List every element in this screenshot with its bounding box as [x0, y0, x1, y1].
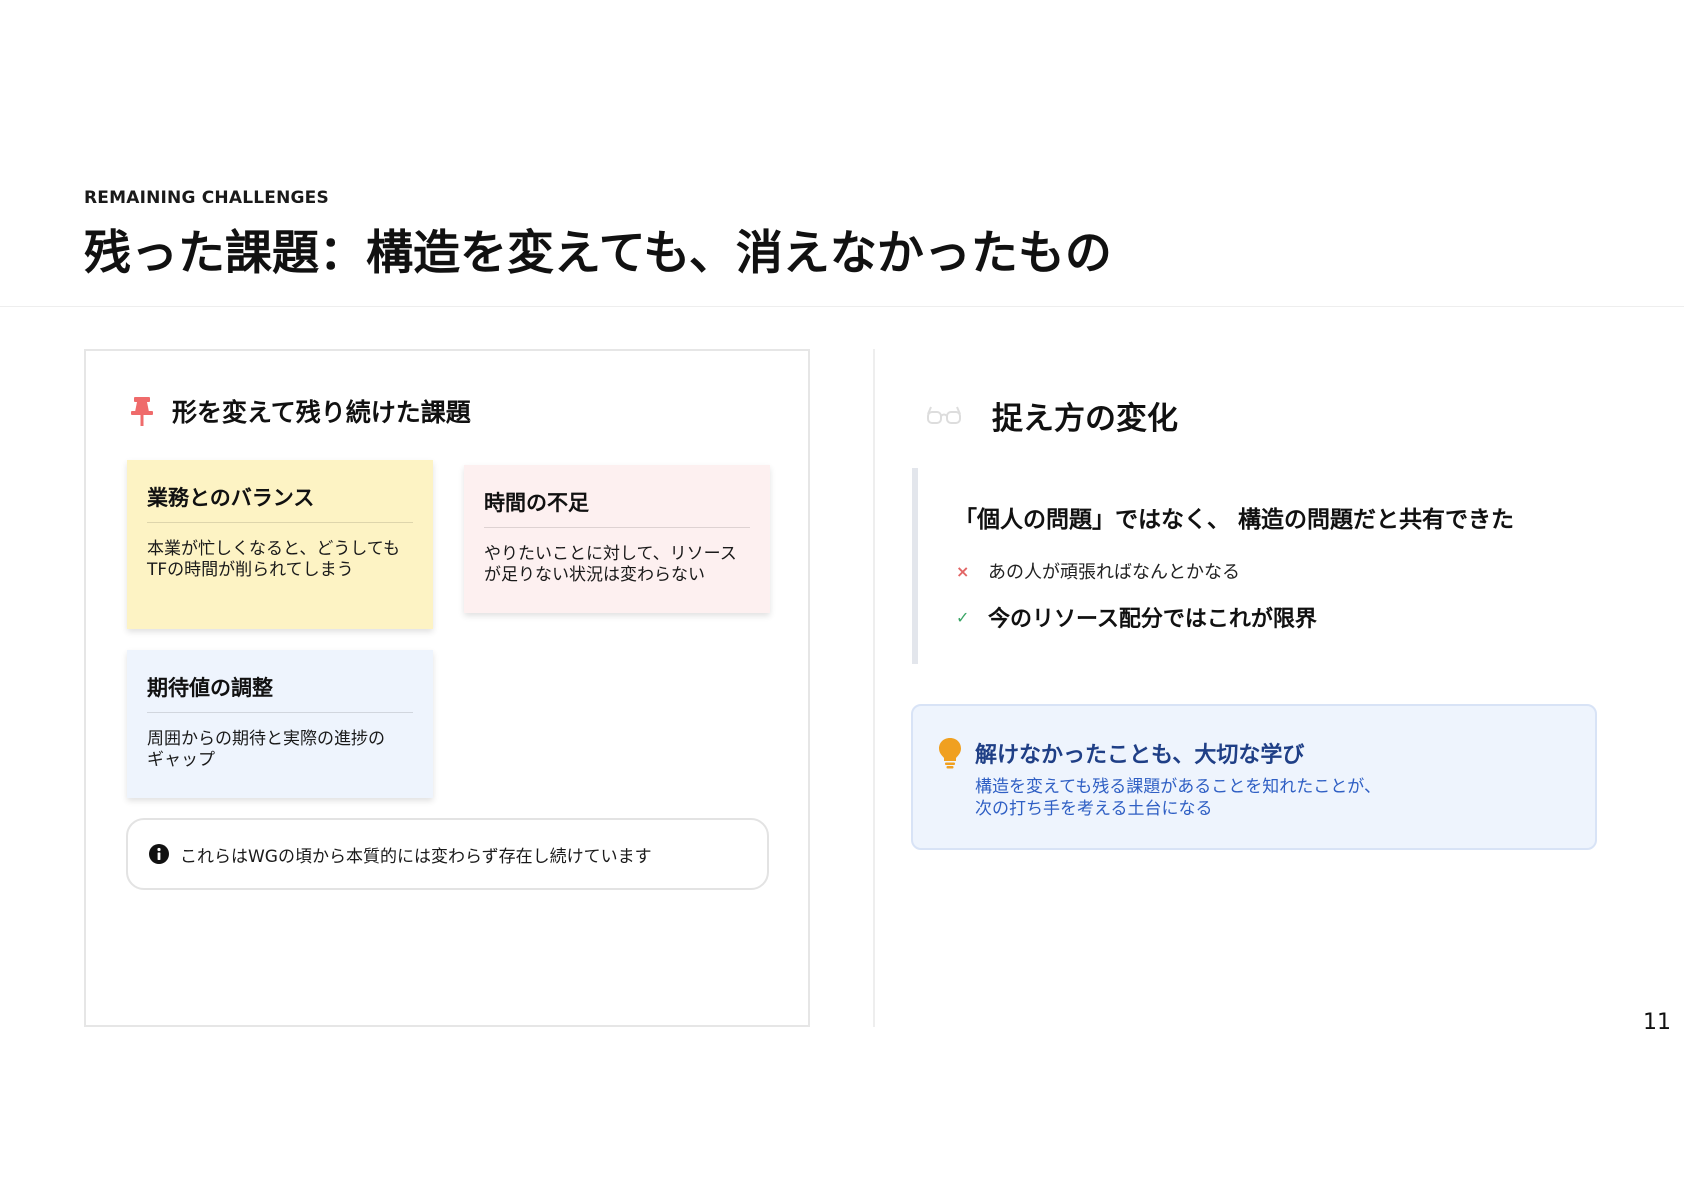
insight-callout: 解けなかったことも、大切な学び 構造を変えても残る課題があることを知れたことが、…: [911, 704, 1597, 850]
sticky-note-time: 時間の不足 やりたいことに対して、リソース が足りない状況は変わらない: [464, 465, 770, 613]
note-title: 期待値の調整: [147, 672, 413, 713]
page-title: 残った課題：構造を変えても、消えなかったもの: [84, 226, 1112, 281]
column-divider: [873, 349, 875, 1027]
note-body-line: ギャップ: [147, 750, 215, 770]
note-body: 周囲からの期待と実際の進捗の ギャップ: [147, 729, 413, 771]
info-icon: [148, 843, 170, 865]
challenges-heading: 形を変えて残り続けた課題: [128, 393, 471, 429]
before-row: × あの人が頑張ればなんとかなる: [956, 558, 1240, 584]
note-title: 業務とのバランス: [147, 482, 413, 523]
note-body-line: 本業が忙しくなると、どうしても: [147, 539, 400, 559]
sticky-note-expectations: 期待値の調整 周囲からの期待と実際の進捗の ギャップ: [127, 650, 433, 798]
perspective-heading: 捉え方の変化: [926, 393, 1178, 438]
note-body: 本業が忙しくなると、どうしても TFの時間が削られてしまう: [147, 539, 413, 581]
perspective-heading-text: 捉え方の変化: [992, 401, 1178, 437]
after-row: ✓ 今のリソース配分ではこれが限界: [956, 601, 1317, 633]
before-text: あの人が頑張ればなんとかなる: [988, 562, 1240, 583]
pin-icon: [128, 395, 156, 427]
lightbulb-icon: [937, 736, 963, 770]
insight-body-line: 構造を変えても残る課題があることを知れたことが、: [975, 777, 1381, 797]
note-body-line: やりたいことに対して、リソース: [484, 544, 737, 564]
quote-bar: [912, 468, 918, 664]
note-title: 時間の不足: [484, 487, 750, 528]
note-body: やりたいことに対して、リソース が足りない状況は変わらない: [484, 544, 750, 586]
quote-block: 「個人の問題」ではなく、 構造の問題だと共有できた × あの人が頑張ればなんとか…: [912, 468, 1612, 664]
note-body-line: が足りない状況は変わらない: [484, 565, 705, 585]
glasses-icon: [926, 402, 962, 430]
cross-icon: ×: [956, 561, 970, 581]
challenges-heading-text: 形を変えて残り続けた課題: [172, 398, 471, 427]
slide: REMAINING CHALLENGES 残った課題：構造を変えても、消えなかっ…: [0, 0, 1684, 1191]
note-body-line: TFの時間が削られてしまう: [147, 560, 354, 580]
sticky-note-balance: 業務とのバランス 本業が忙しくなると、どうしても TFの時間が削られてしまう: [127, 460, 433, 629]
quote-text: 「個人の問題」ではなく、 構造の問題だと共有できた: [954, 507, 1515, 533]
after-text: 今のリソース配分ではこれが限界: [988, 607, 1317, 632]
check-icon: ✓: [956, 607, 970, 627]
note-body-line: 周囲からの期待と実際の進捗の: [147, 729, 385, 749]
header-divider: [0, 306, 1684, 307]
insight-title: 解けなかったことも、大切な学び: [975, 743, 1305, 768]
eyebrow-label: REMAINING CHALLENGES: [84, 188, 329, 208]
insight-body: 構造を変えても残る課題があることを知れたことが、 次の打ち手を考える土台になる: [975, 776, 1381, 820]
info-text: これらはWGの頃から本質的には変わらず存在し続けています: [180, 846, 652, 867]
page-number: 11: [1643, 1010, 1671, 1035]
insight-body-line: 次の打ち手を考える土台になる: [975, 799, 1213, 819]
info-callout: これらはWGの頃から本質的には変わらず存在し続けています: [126, 818, 769, 890]
